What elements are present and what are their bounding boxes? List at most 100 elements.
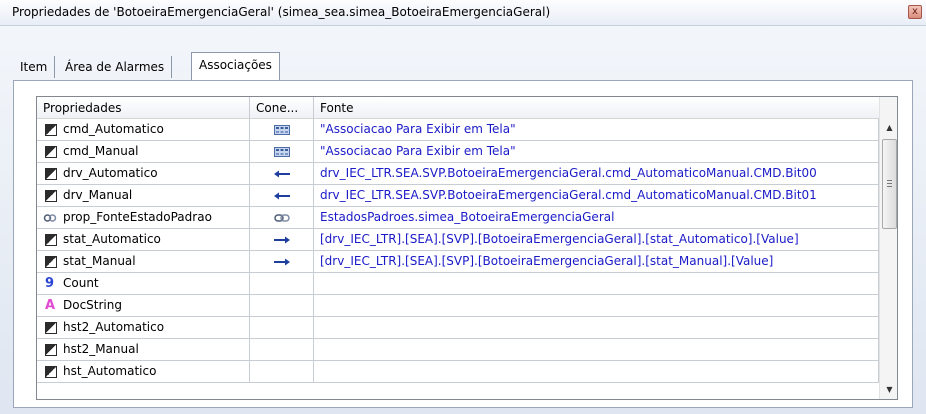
property-cell[interactable]: prop_FonteEstadoPadrao	[37, 207, 250, 229]
table-row[interactable]: hst2_Automatico	[37, 317, 879, 339]
connection-cell[interactable]	[250, 317, 314, 339]
tab-area-de-alarmes[interactable]: Área de Alarmes	[58, 56, 173, 78]
table-row[interactable]: prop_FonteEstadoPadrao EstadosPadroes.sim…	[37, 207, 879, 229]
table-row[interactable]: hst2_Manual	[37, 339, 879, 361]
source-value: EstadosPadroes.simea_BotoeiraEmergenciaG…	[320, 210, 615, 224]
link-icon	[43, 214, 57, 222]
property-icon	[45, 168, 57, 180]
property-cell[interactable]: hst2_Automatico	[37, 317, 250, 339]
property-name: stat_Automatico	[63, 232, 161, 246]
property-cell[interactable]: hst_Automatico	[37, 361, 250, 383]
connection-cell[interactable]	[250, 185, 314, 207]
arrow-left-icon	[274, 192, 290, 200]
source-value: "Associacao Para Exibir em Tela"	[320, 144, 516, 158]
property-cell[interactable]: drv_Manual	[37, 185, 250, 207]
scroll-up-icon[interactable]: ▲	[880, 119, 897, 137]
source-value: drv_IEC_LTR.SEA.SVP.BotoeiraEmergenciaGe…	[320, 166, 817, 180]
property-icon	[45, 146, 57, 158]
property-name: hst2_Manual	[63, 342, 139, 356]
scrollbar-thumb[interactable]	[882, 139, 897, 229]
property-icon	[45, 322, 57, 334]
property-icon	[45, 256, 57, 268]
source-cell[interactable]: drv_IEC_LTR.SEA.SVP.BotoeiraEmergenciaGe…	[314, 163, 879, 185]
associations-panel: Propriedades Cone... Fonte cmd_Automatic…	[13, 80, 913, 408]
property-icon	[45, 344, 57, 356]
window-title: Propriedades de 'BotoeiraEmergenciaGeral…	[12, 5, 551, 19]
tab-bar: Item Área de Alarmes Associações	[13, 48, 913, 80]
property-name: cmd_Automatico	[63, 122, 164, 136]
source-cell[interactable]: "Associacao Para Exibir em Tela"	[314, 141, 879, 163]
connection-cell[interactable]	[250, 141, 314, 163]
source-cell[interactable]: "Associacao Para Exibir em Tela"	[314, 119, 879, 141]
connection-cell[interactable]	[250, 295, 314, 317]
source-cell[interactable]	[314, 339, 879, 361]
close-button[interactable]: x	[908, 5, 922, 19]
source-cell[interactable]: [drv_IEC_LTR].[SEA].[SVP].[BotoeiraEmerg…	[314, 229, 879, 251]
properties-dialog: Propriedades de 'BotoeiraEmergenciaGeral…	[0, 0, 926, 414]
property-icon	[45, 124, 57, 136]
table-row[interactable]: cmd_Manual "Associacao Para Exibir em Tel…	[37, 141, 879, 163]
table-row[interactable]: stat_Automatico [drv_IEC_LTR].[SEA].[SVP]…	[37, 229, 879, 251]
property-cell[interactable]: drv_Automatico	[37, 163, 250, 185]
title-bar: Propriedades de 'BotoeiraEmergenciaGeral…	[0, 0, 926, 26]
property-cell[interactable]: stat_Manual	[37, 251, 250, 273]
tab-area-de-alarmes-label: Área de Alarmes	[65, 60, 165, 74]
connection-cell[interactable]	[250, 251, 314, 273]
tab-item[interactable]: Item	[13, 56, 56, 78]
column-header-propriedades[interactable]: Propriedades	[37, 97, 250, 119]
property-name: hst_Automatico	[63, 364, 157, 378]
table-row[interactable]: cmd_Automatico "Associacao Para Exibir em…	[37, 119, 879, 141]
connection-cell[interactable]	[250, 273, 314, 295]
property-name: drv_Manual	[63, 188, 133, 202]
source-value: [drv_IEC_LTR].[SEA].[SVP].[BotoeiraEmerg…	[320, 254, 774, 268]
vertical-scrollbar[interactable]: ▲ ▼	[879, 97, 897, 399]
property-icon	[45, 366, 57, 378]
source-cell[interactable]: drv_IEC_LTR.SEA.SVP.BotoeiraEmergenciaGe…	[314, 185, 879, 207]
link-icon	[274, 214, 290, 222]
display-association-icon	[274, 147, 290, 157]
table-row[interactable]: stat_Manual [drv_IEC_LTR].[SEA].[SVP].[Bo…	[37, 251, 879, 273]
property-name: stat_Manual	[63, 254, 136, 268]
source-cell[interactable]	[314, 317, 879, 339]
property-name: DocString	[63, 298, 122, 312]
source-value: [drv_IEC_LTR].[SEA].[SVP].[BotoeiraEmerg…	[320, 232, 799, 246]
source-cell[interactable]	[314, 361, 879, 383]
connection-cell[interactable]	[250, 119, 314, 141]
arrow-right-icon	[274, 258, 290, 266]
source-value: "Associacao Para Exibir em Tela"	[320, 122, 516, 136]
table-row[interactable]: 9 Count	[37, 273, 879, 295]
column-header-fonte[interactable]: Fonte	[314, 97, 879, 119]
connection-cell[interactable]	[250, 339, 314, 361]
grip-icon	[887, 180, 892, 187]
connection-cell[interactable]	[250, 229, 314, 251]
arrow-right-icon	[274, 236, 290, 244]
count-icon: 9	[45, 276, 55, 291]
property-cell[interactable]: A DocString	[37, 295, 250, 317]
source-cell[interactable]: EstadosPadroes.simea_BotoeiraEmergenciaG…	[314, 207, 879, 229]
property-cell[interactable]: stat_Automatico	[37, 229, 250, 251]
property-cell[interactable]: cmd_Manual	[37, 141, 250, 163]
table-row[interactable]: drv_Manual drv_IEC_LTR.SEA.SVP.BotoeiraEm…	[37, 185, 879, 207]
table-row[interactable]: hst_Automatico	[37, 361, 879, 383]
tab-item-label: Item	[20, 60, 48, 74]
table-row[interactable]: A DocString	[37, 295, 879, 317]
grid-header: Propriedades Cone... Fonte	[37, 97, 897, 119]
connection-cell[interactable]	[250, 163, 314, 185]
tab-associacoes[interactable]: Associações	[191, 52, 280, 80]
connection-cell[interactable]	[250, 207, 314, 229]
source-cell[interactable]: [drv_IEC_LTR].[SEA].[SVP].[BotoeiraEmerg…	[314, 251, 879, 273]
property-name: hst2_Automatico	[63, 320, 165, 334]
close-icon: x	[912, 6, 918, 17]
table-row[interactable]: drv_Automatico drv_IEC_LTR.SEA.SVP.Botoei…	[37, 163, 879, 185]
display-association-icon	[274, 125, 290, 135]
property-icon	[45, 234, 57, 246]
scroll-down-icon[interactable]: ▼	[880, 381, 897, 399]
connection-cell[interactable]	[250, 361, 314, 383]
property-cell[interactable]: hst2_Manual	[37, 339, 250, 361]
property-cell[interactable]: cmd_Automatico	[37, 119, 250, 141]
property-cell[interactable]: 9 Count	[37, 273, 250, 295]
column-header-conexao[interactable]: Cone...	[250, 97, 314, 119]
source-cell[interactable]	[314, 273, 879, 295]
source-cell[interactable]	[314, 295, 879, 317]
property-name: prop_FonteEstadoPadrao	[63, 210, 212, 224]
